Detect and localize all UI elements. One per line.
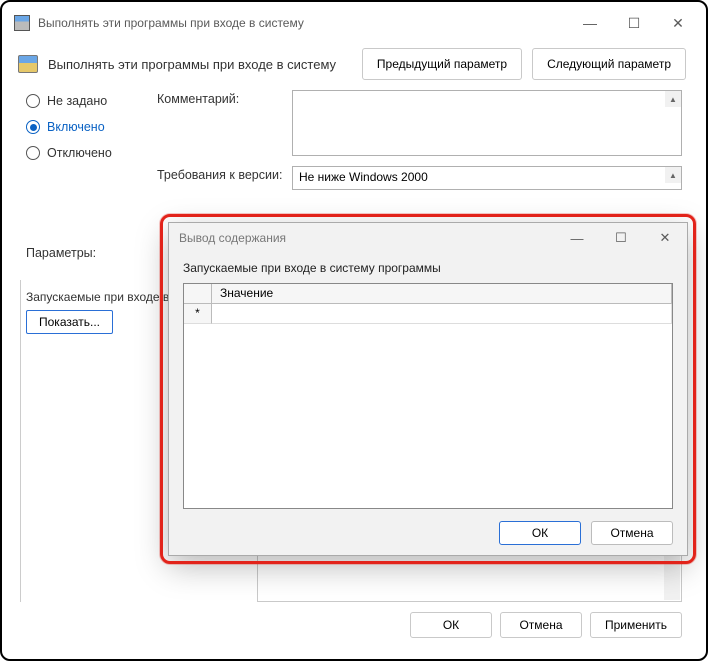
grid-corner (184, 284, 212, 303)
window-controls: — ☐ ✕ (568, 8, 700, 38)
ok-button[interactable]: ОК (410, 612, 492, 638)
modal-cancel-button[interactable]: Отмена (591, 521, 673, 545)
radio-group: Не задано Включено Отключено (26, 90, 141, 653)
parameters-label: Параметры: (26, 246, 96, 260)
modal-label: Запускаемые при входе в систему программ… (183, 261, 673, 275)
minimize-button[interactable]: — (568, 8, 612, 38)
window-title: Выполнять эти программы при входе в сист… (38, 16, 304, 30)
header-row: Выполнять эти программы при входе в сист… (8, 38, 700, 90)
radio-enabled[interactable]: Включено (26, 120, 141, 134)
comment-label: Комментарий: (157, 90, 292, 106)
modal-ok-button[interactable]: ОК (499, 521, 581, 545)
maximize-button[interactable]: ☐ (612, 8, 656, 38)
values-grid[interactable]: Значение * (183, 283, 673, 509)
show-button[interactable]: Показать... (26, 310, 113, 334)
next-setting-button[interactable]: Следующий параметр (532, 48, 686, 80)
scroll-up-icon[interactable]: ▲ (665, 167, 681, 183)
policy-icon (18, 55, 38, 73)
modal-title: Вывод содержания (179, 231, 286, 245)
prev-setting-button[interactable]: Предыдущий параметр (362, 48, 522, 80)
bottom-bar: ОК Отмена Применить (8, 605, 700, 645)
close-button[interactable]: ✕ (656, 8, 700, 38)
radio-disabled[interactable]: Отключено (26, 146, 141, 160)
titlebar: Выполнять эти программы при входе в сист… (8, 8, 700, 38)
grid-header: Значение (184, 284, 672, 304)
requirements-label: Требования к версии: (157, 166, 292, 182)
app-icon (14, 15, 30, 31)
apply-button[interactable]: Применить (590, 612, 682, 638)
radio-icon (26, 146, 40, 160)
grid-cell[interactable] (212, 304, 672, 324)
radio-not-configured[interactable]: Не задано (26, 94, 141, 108)
requirements-value: Не ниже Windows 2000 ▲ (292, 166, 682, 190)
radio-label: Отключено (47, 146, 112, 160)
comment-textarea[interactable]: ▲ (292, 90, 682, 156)
modal-close-button[interactable]: ✕ (643, 223, 687, 253)
modal-titlebar: Вывод содержания — ☐ ✕ (169, 223, 687, 253)
radio-label: Включено (47, 120, 105, 134)
radio-icon (26, 120, 40, 134)
modal-minimize-button[interactable]: — (555, 223, 599, 253)
scroll-up-icon[interactable]: ▲ (665, 91, 681, 107)
radio-label: Не задано (47, 94, 107, 108)
radio-icon (26, 94, 40, 108)
modal-maximize-button[interactable]: ☐ (599, 223, 643, 253)
grid-column-value[interactable]: Значение (212, 284, 672, 303)
cancel-button[interactable]: Отмена (500, 612, 582, 638)
modal-dialog: Вывод содержания — ☐ ✕ Запускаемые при в… (168, 222, 688, 556)
grid-row-marker: * (184, 304, 212, 324)
grid-row[interactable]: * (184, 304, 672, 324)
policy-title: Выполнять эти программы при входе в сист… (48, 57, 336, 72)
